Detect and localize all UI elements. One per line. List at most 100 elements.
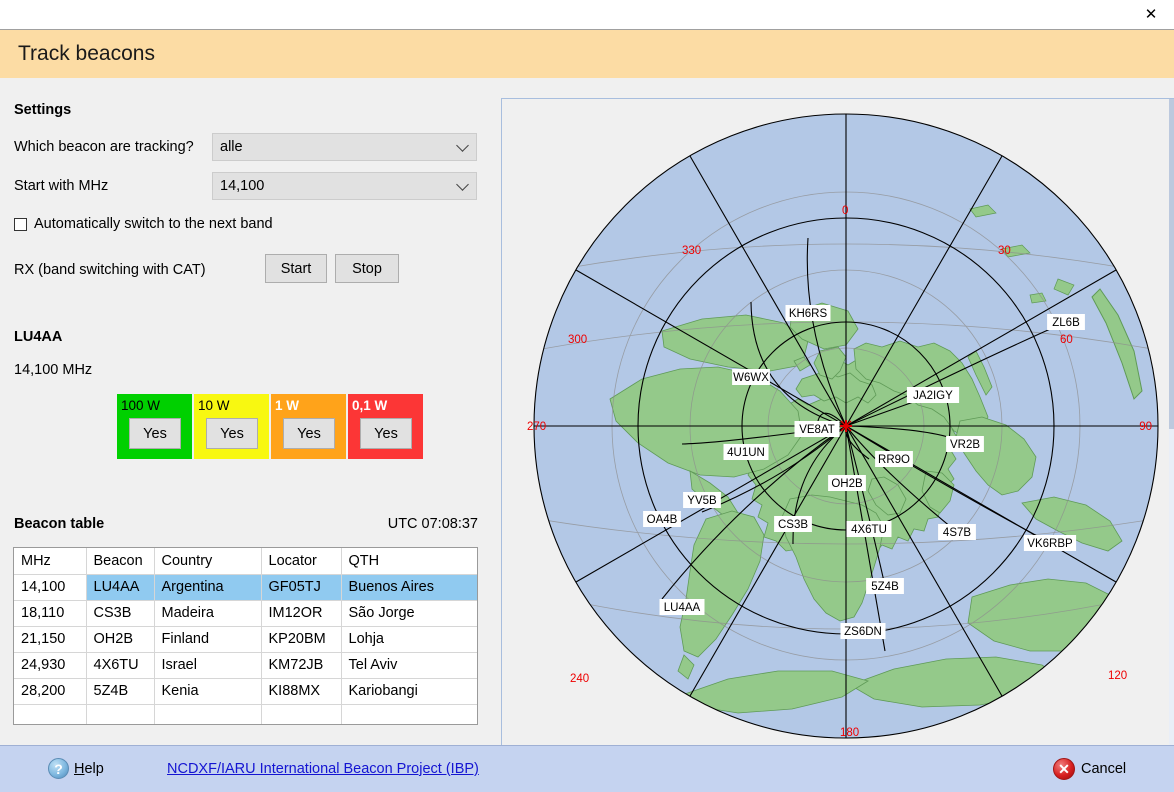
start-mhz-select[interactable]: 14,100 bbox=[212, 172, 477, 200]
map-center-marker bbox=[840, 420, 852, 432]
beacon-label-oh2b: OH2B bbox=[831, 478, 863, 490]
chevron-down-icon bbox=[456, 139, 469, 152]
table-row[interactable]: 18,110 CS3B Madeira IM12OR São Jorge bbox=[14, 600, 477, 627]
cell-empty bbox=[341, 704, 477, 724]
cell-beacon: LU4AA bbox=[86, 574, 155, 601]
cell-beacon: OH2B bbox=[86, 626, 155, 653]
rx-label: RX (band switching with CAT) bbox=[14, 262, 206, 278]
svg-text:30: 30 bbox=[998, 245, 1011, 257]
svg-text:330: 330 bbox=[682, 245, 701, 257]
column-header-mhz: MHz bbox=[14, 548, 87, 575]
cell-locator: GF05TJ bbox=[261, 574, 342, 601]
table-row-empty bbox=[14, 704, 477, 724]
cell-country: Israel bbox=[154, 652, 262, 679]
azimuthal-map-panel[interactable]: 0 30 60 90 120 150 180 210 240 270 300 3… bbox=[501, 98, 1174, 745]
ibp-project-link[interactable]: NCDXF/IARU International Beacon Project … bbox=[167, 761, 479, 777]
cell-mhz: 18,110 bbox=[14, 600, 87, 627]
power-card-label: 0,1 W bbox=[352, 398, 388, 413]
start-mhz-label: Start with MHz bbox=[14, 178, 109, 194]
svg-text:90: 90 bbox=[1139, 421, 1152, 433]
help-button[interactable]: ? Help bbox=[48, 758, 104, 779]
chevron-down-icon bbox=[456, 178, 469, 191]
beacon-label-lu4aa: LU4AA bbox=[664, 602, 701, 614]
cell-empty bbox=[14, 704, 87, 724]
cell-country: Argentina bbox=[154, 574, 262, 601]
svg-text:270: 270 bbox=[527, 421, 546, 433]
cell-qth: São Jorge bbox=[341, 600, 477, 627]
track-beacons-window: ✕ Track beacons Settings Which beacon ar… bbox=[0, 0, 1174, 792]
power-cards: 100 W Yes 10 W Yes 1 W Yes 0,1 W Yes bbox=[117, 394, 423, 459]
beacon-table: MHz Beacon Country Locator QTH 14,100 LU… bbox=[14, 548, 477, 724]
beacon-label-zl6b: ZL6B bbox=[1052, 317, 1080, 329]
start-button[interactable]: Start bbox=[265, 254, 327, 283]
current-callsign: LU4AA bbox=[14, 329, 63, 345]
power-card-100w: 100 W Yes bbox=[117, 394, 192, 459]
azimuthal-map: 0 30 60 90 120 150 180 210 240 270 300 3… bbox=[527, 113, 1159, 739]
column-header-country: Country bbox=[154, 548, 262, 575]
power-card-1w: 1 W Yes bbox=[271, 394, 346, 459]
body-area: Settings Which beacon are tracking? alle… bbox=[0, 78, 1174, 792]
cell-country: Finland bbox=[154, 626, 262, 653]
close-x-icon: ✕ bbox=[1053, 758, 1075, 780]
auto-switch-checkbox[interactable] bbox=[14, 217, 27, 231]
help-label: Help bbox=[74, 760, 104, 777]
power-card-yes-button[interactable]: Yes bbox=[283, 418, 335, 449]
cell-mhz: 14,100 bbox=[14, 574, 87, 601]
cell-country: Madeira bbox=[154, 600, 262, 627]
power-card-label: 1 W bbox=[275, 398, 300, 413]
utc-clock: UTC 07:08:37 bbox=[387, 516, 478, 532]
which-beacon-label: Which beacon are tracking? bbox=[14, 139, 194, 155]
power-card-01w: 0,1 W Yes bbox=[348, 394, 423, 459]
beacon-label-vk6rbp: VK6RBP bbox=[1027, 538, 1073, 550]
power-card-yes-button[interactable]: Yes bbox=[360, 418, 412, 449]
cell-beacon: 5Z4B bbox=[86, 678, 155, 705]
footer-bar: ? Help NCDXF/IARU International Beacon P… bbox=[0, 745, 1174, 792]
cell-qth: Kariobangi bbox=[341, 678, 477, 705]
svg-text:300: 300 bbox=[568, 334, 587, 346]
beacon-label-zs6dn: ZS6DN bbox=[844, 626, 882, 638]
current-frequency: 14,100 MHz bbox=[14, 362, 93, 378]
beacon-label-cs3b: CS3B bbox=[778, 519, 808, 531]
power-card-yes-button[interactable]: Yes bbox=[206, 418, 258, 449]
beacon-label-ve8at: VE8AT bbox=[799, 424, 835, 436]
column-header-beacon: Beacon bbox=[86, 548, 155, 575]
cancel-button[interactable]: ✕ Cancel bbox=[1053, 758, 1126, 780]
cell-beacon: 4X6TU bbox=[86, 652, 155, 679]
stop-button[interactable]: Stop bbox=[335, 254, 399, 283]
svg-text:60: 60 bbox=[1060, 334, 1073, 346]
svg-text:240: 240 bbox=[570, 673, 589, 685]
cell-mhz: 28,200 bbox=[14, 678, 87, 705]
cell-locator: KM72JB bbox=[261, 652, 342, 679]
map-scrollbar[interactable] bbox=[1169, 99, 1174, 745]
column-header-locator: Locator bbox=[261, 548, 342, 575]
cell-qth: Lohja bbox=[341, 626, 477, 653]
which-beacon-select[interactable]: alle bbox=[212, 133, 477, 161]
table-row[interactable]: 14,100 LU4AA Argentina GF05TJ Buenos Air… bbox=[14, 574, 477, 601]
cell-country: Kenia bbox=[154, 678, 262, 705]
cell-mhz: 24,930 bbox=[14, 652, 87, 679]
window-titlebar: ✕ bbox=[0, 0, 1174, 30]
power-card-label: 100 W bbox=[121, 398, 161, 413]
beacon-label-yv5b: YV5B bbox=[687, 495, 717, 507]
table-row[interactable]: 28,200 5Z4B Kenia KI88MX Kariobangi bbox=[14, 678, 477, 705]
cell-locator: IM12OR bbox=[261, 600, 342, 627]
cell-beacon: CS3B bbox=[86, 600, 155, 627]
start-mhz-value: 14,100 bbox=[220, 178, 265, 194]
cell-locator: KP20BM bbox=[261, 626, 342, 653]
page-title: Track beacons bbox=[18, 42, 155, 65]
beacon-label-4s7b: 4S7B bbox=[943, 527, 971, 539]
auto-switch-label: Automatically switch to the next band bbox=[34, 216, 273, 232]
table-header-row: MHz Beacon Country Locator QTH bbox=[14, 548, 477, 575]
cell-empty bbox=[261, 704, 342, 724]
beacon-label-4x6tu: 4X6TU bbox=[851, 524, 887, 536]
map-scrollbar-thumb[interactable] bbox=[1169, 99, 1174, 429]
power-card-yes-button[interactable]: Yes bbox=[129, 418, 181, 449]
auto-switch-checkbox-row[interactable]: Automatically switch to the next band bbox=[14, 216, 273, 232]
svg-text:180: 180 bbox=[840, 727, 859, 739]
close-icon[interactable]: ✕ bbox=[1128, 0, 1174, 29]
beacon-label-ja2igy: JA2IGY bbox=[913, 390, 953, 402]
beacon-table-container: MHz Beacon Country Locator QTH 14,100 LU… bbox=[13, 547, 478, 725]
svg-text:0: 0 bbox=[842, 205, 848, 217]
table-row[interactable]: 24,930 4X6TU Israel KM72JB Tel Aviv bbox=[14, 652, 477, 679]
table-row[interactable]: 21,150 OH2B Finland KP20BM Lohja bbox=[14, 626, 477, 653]
